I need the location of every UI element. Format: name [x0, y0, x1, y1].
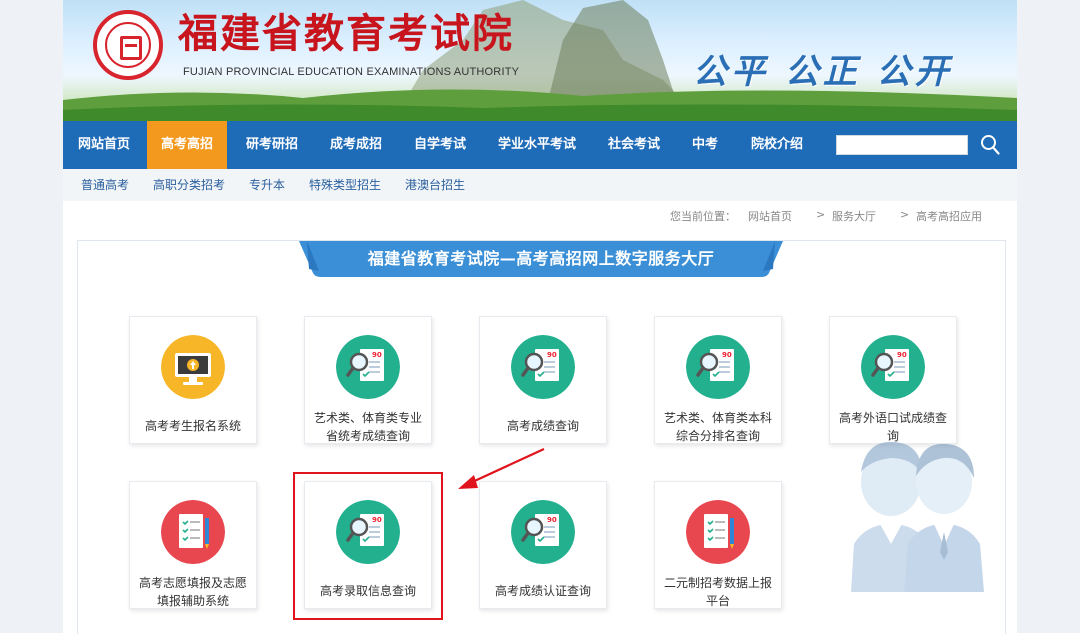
- computer-upload-icon: [161, 335, 225, 399]
- nav-item-zhongkao[interactable]: 中考: [675, 121, 735, 169]
- subnav-item-gangaotai[interactable]: 港澳台招生: [405, 169, 465, 201]
- site-container: 福建省教育考试院 FUJIAN PROVINCIAL EDUCATION EXA…: [63, 0, 1017, 634]
- breadcrumb-item-current: 高考高招应用: [916, 210, 982, 223]
- main-nav: 网站首页 高考高招 研考研招 成考成招 自学考试 学业水平考试 社会考试 中考 …: [63, 121, 1017, 169]
- panel-title: 福建省教育考试院—高考高招网上数字服务大厅: [367, 249, 715, 268]
- nav-item-yankao[interactable]: 研考研招: [231, 121, 313, 169]
- card-label: 高考成绩认证查询: [494, 584, 591, 598]
- site-slogan: 公平 公正 公开: [693, 52, 953, 92]
- service-card-volunteer-fill[interactable]: 高考志愿填报及志愿填报辅助系统: [129, 481, 257, 609]
- nav-item-shehui[interactable]: 社会考试: [593, 121, 675, 169]
- score-search-icon: 90: [511, 500, 575, 564]
- svg-text:90: 90: [722, 351, 732, 359]
- site-subtitle-en: FUJIAN PROVINCIAL EDUCATION EXAMINATIONS…: [183, 66, 520, 78]
- nav-item-home[interactable]: 网站首页: [63, 121, 145, 169]
- svg-text:90: 90: [372, 351, 382, 359]
- score-search-icon: 90: [336, 335, 400, 399]
- card-label: 二元制招考数据上报平台: [663, 576, 772, 608]
- score-search-icon: 90: [861, 335, 925, 399]
- subnav-item-putong[interactable]: 普通高考: [81, 169, 129, 201]
- service-card-art-sport-score[interactable]: 90 艺术类、体育类专业省统考成绩查询: [304, 316, 432, 444]
- score-search-icon: 90: [686, 335, 750, 399]
- checklist-icon: [161, 500, 225, 564]
- subnav-item-gaozhi[interactable]: 高职分类招考: [153, 169, 225, 201]
- customer-service-illustration: [851, 441, 984, 592]
- service-card-oral-score[interactable]: 90 高考外语口试成绩查询: [829, 316, 957, 444]
- sub-nav: 普通高考 高职分类招考 专升本 特殊类型招生 港澳台招生: [63, 169, 1017, 201]
- search-input[interactable]: [836, 135, 968, 155]
- search-icon[interactable]: [980, 134, 1000, 156]
- svg-text:90: 90: [897, 351, 907, 359]
- nav-item-zixue[interactable]: 自学考试: [399, 121, 481, 169]
- highlight-box: [293, 472, 443, 620]
- service-card-registration[interactable]: 高考考生报名系统: [129, 316, 257, 444]
- site-title: 福建省教育考试院: [178, 10, 514, 57]
- service-card-score-certification[interactable]: 90 高考成绩认证查询: [479, 481, 607, 609]
- card-label: 艺术类、体育类本科综合分排名查询: [663, 411, 772, 443]
- card-label: 高考考生报名系统: [144, 419, 241, 433]
- site-header: 福建省教育考试院 FUJIAN PROVINCIAL EDUCATION EXA…: [63, 0, 1017, 121]
- card-label: 高考志愿填报及志愿填报辅助系统: [138, 576, 247, 608]
- checklist-icon: [686, 500, 750, 564]
- svg-text:90: 90: [547, 516, 557, 524]
- svg-text:90: 90: [547, 351, 557, 359]
- card-label: 高考成绩查询: [506, 419, 579, 433]
- breadcrumb-separator: >: [900, 208, 910, 221]
- breadcrumb-separator: >: [816, 208, 826, 221]
- nav-item-gaokao[interactable]: 高考高招: [147, 121, 227, 169]
- score-search-icon: 90: [511, 335, 575, 399]
- service-card-gaokao-score[interactable]: 90 高考成绩查询: [479, 316, 607, 444]
- service-card-art-sport-ranking[interactable]: 90 艺术类、体育类本科综合分排名查询: [654, 316, 782, 444]
- nav-item-chengkao[interactable]: 成考成招: [315, 121, 397, 169]
- subnav-item-zhuanshengben[interactable]: 专升本: [249, 169, 285, 201]
- card-label: 艺术类、体育类专业省统考成绩查询: [313, 411, 422, 443]
- breadcrumb-prefix: 您当前位置：: [670, 210, 736, 223]
- authority-logo: [93, 10, 163, 80]
- nav-item-xueye[interactable]: 学业水平考试: [487, 121, 587, 169]
- breadcrumb-item-home[interactable]: 网站首页: [748, 208, 792, 224]
- red-arrow-icon: [458, 448, 545, 489]
- subnav-item-teshu[interactable]: 特殊类型招生: [309, 169, 381, 201]
- breadcrumb-item-service-hall[interactable]: 服务大厅: [832, 208, 876, 224]
- nav-item-yuanxiao[interactable]: 院校介绍: [737, 121, 817, 169]
- service-card-dual-system-data[interactable]: 二元制招考数据上报平台: [654, 481, 782, 609]
